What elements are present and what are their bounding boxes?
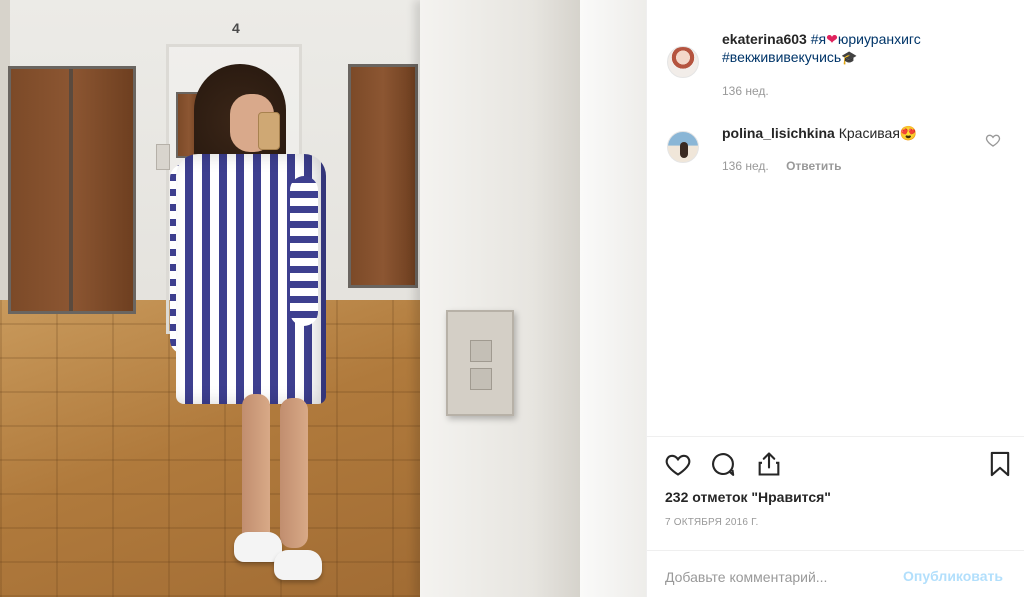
comment-icon[interactable]: [709, 450, 737, 478]
hashtag-vekzhivivekuchis[interactable]: #векжививекучись: [722, 49, 841, 65]
share-icon[interactable]: [755, 450, 783, 478]
comment-text: Красивая: [838, 125, 900, 141]
comment-time[interactable]: 136 нед.: [722, 159, 769, 173]
bookmark-icon[interactable]: [986, 450, 1014, 478]
post-side-panel: ekaterina603 #я❤юриуранхигс #векжививеку…: [646, 0, 1024, 597]
heart-emoji-icon: ❤: [826, 31, 838, 47]
reply-button[interactable]: Ответить: [786, 159, 841, 173]
leg-left: [242, 394, 270, 544]
commenter-username[interactable]: polina_lisichkina: [722, 125, 835, 141]
leg-right: [280, 398, 308, 548]
divider: [647, 436, 1024, 437]
phone: [258, 112, 280, 150]
shoe-right: [274, 550, 322, 580]
pillar-edge: [580, 0, 646, 597]
hashtag-ya[interactable]: #я: [811, 31, 826, 47]
door-right: [348, 64, 418, 288]
light-switch-plate: [446, 310, 514, 416]
likes-count[interactable]: 232 отметок "Нравится": [665, 489, 831, 505]
commenter-avatar[interactable]: [667, 131, 699, 163]
heart-eyes-emoji-icon: 😍: [899, 125, 918, 141]
add-comment-input[interactable]: [665, 566, 895, 588]
wall-switch-small: [156, 144, 170, 170]
comment-meta: 136 нед. Ответить: [722, 159, 842, 173]
small-heart-icon[interactable]: [985, 132, 1001, 148]
post-date[interactable]: 7 ОКТЯБРЯ 2016 Г.: [665, 517, 758, 528]
author-avatar[interactable]: [667, 46, 699, 78]
post-photo[interactable]: 4: [0, 0, 646, 597]
sleeve-right: [290, 176, 318, 326]
hashtag-yuriuranhigs[interactable]: юриуранхигс: [838, 31, 921, 47]
switch-button-top: [470, 340, 492, 362]
comment-item: polina_lisichkina Красивая😍: [722, 124, 982, 142]
author-username[interactable]: ekaterina603: [722, 31, 807, 47]
mirror-pillar: [420, 0, 580, 597]
door-left: [8, 66, 136, 314]
publish-button[interactable]: Опубликовать: [903, 568, 1003, 584]
graduation-cap-emoji-icon: 🎓: [841, 50, 858, 65]
caption-time[interactable]: 136 нед.: [722, 84, 769, 98]
person-figure: [170, 64, 340, 584]
heart-icon[interactable]: [664, 450, 692, 478]
divider: [647, 550, 1024, 551]
switch-button-bottom: [470, 368, 492, 390]
wall-number: 4: [232, 20, 240, 36]
post-caption: ekaterina603 #я❤юриуранхигс #векжививеку…: [722, 30, 1002, 67]
